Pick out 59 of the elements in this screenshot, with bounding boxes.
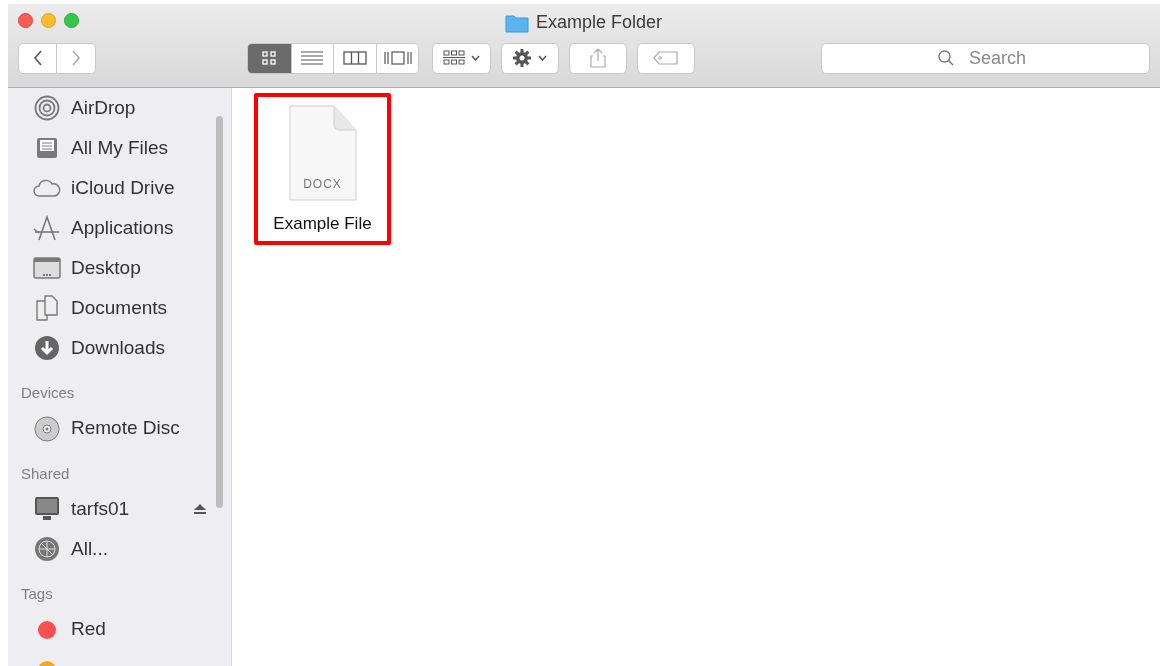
sidebar-item[interactable]: Remote Disc [71,414,207,443]
sidebar-item[interactable]: Applications [71,213,207,243]
file-name: Example File [273,213,372,235]
view-button[interactable] [290,43,334,73]
icon-view-icon [262,51,277,65]
caret-icon [470,55,480,61]
sidebar-item[interactable]: Downloads [71,333,207,363]
monitor-icon [34,496,60,522]
action-button[interactable] [500,42,559,74]
sidebar-section-title: Tags [20,584,53,604]
chevron-left-icon [32,49,43,67]
sidebar-item[interactable]: All... [71,534,207,564]
folder-icon [505,12,529,33]
airdrop-icon [34,95,60,121]
eject-icon[interactable] [193,503,207,515]
tray-icon [35,136,59,160]
sidebar-section-title: Devices [20,383,75,403]
sidebar-item[interactable]: iCloud Drive [71,173,207,203]
sidebar-item[interactable]: All My Files [71,133,207,163]
desktop-icon [33,257,61,279]
compass-icon [33,215,61,241]
sidebar-item[interactable]: Red [71,615,207,644]
grid-icon [442,50,465,66]
zoom-button[interactable] [64,12,79,28]
tag-icon [652,51,679,65]
file-item[interactable]: DOCX Example File [254,93,391,245]
forward-button[interactable] [57,42,96,74]
list-view-icon [301,51,324,65]
sidebar-item[interactable]: AirDrop [71,93,207,123]
view-button[interactable] [375,43,419,73]
sidebar-item[interactable]: Desktop [71,253,207,283]
search-field[interactable]: Search [820,42,1150,74]
documents-icon [35,295,59,321]
search-icon [936,48,955,67]
file-type-label: DOCX [302,176,343,193]
sidebar-item[interactable]: tarfs01 [71,494,183,524]
document-icon [287,105,358,201]
arrange-button[interactable] [432,42,491,74]
cover-flow-icon [383,50,412,66]
caret-icon [538,55,548,61]
back-button[interactable] [18,42,57,74]
download-icon [34,335,60,361]
column-view-icon [342,51,367,65]
view-button[interactable] [333,43,376,73]
share-button[interactable] [568,42,627,74]
gear-icon [512,48,533,68]
cloud-icon [33,178,61,198]
sidebar-item[interactable]: Documents [71,293,207,323]
globe-icon [34,536,60,562]
scrollbar-thumb[interactable] [216,116,223,508]
view-button[interactable] [248,43,291,73]
chevron-right-icon [71,49,81,67]
share-icon [589,48,606,68]
tag-button[interactable] [636,42,695,74]
close-button[interactable] [18,12,33,28]
disc-icon [34,415,60,442]
window-title: Example Folder [536,11,663,34]
sidebar-section-title: Shared [20,463,70,484]
minimize-button[interactable] [41,12,56,28]
